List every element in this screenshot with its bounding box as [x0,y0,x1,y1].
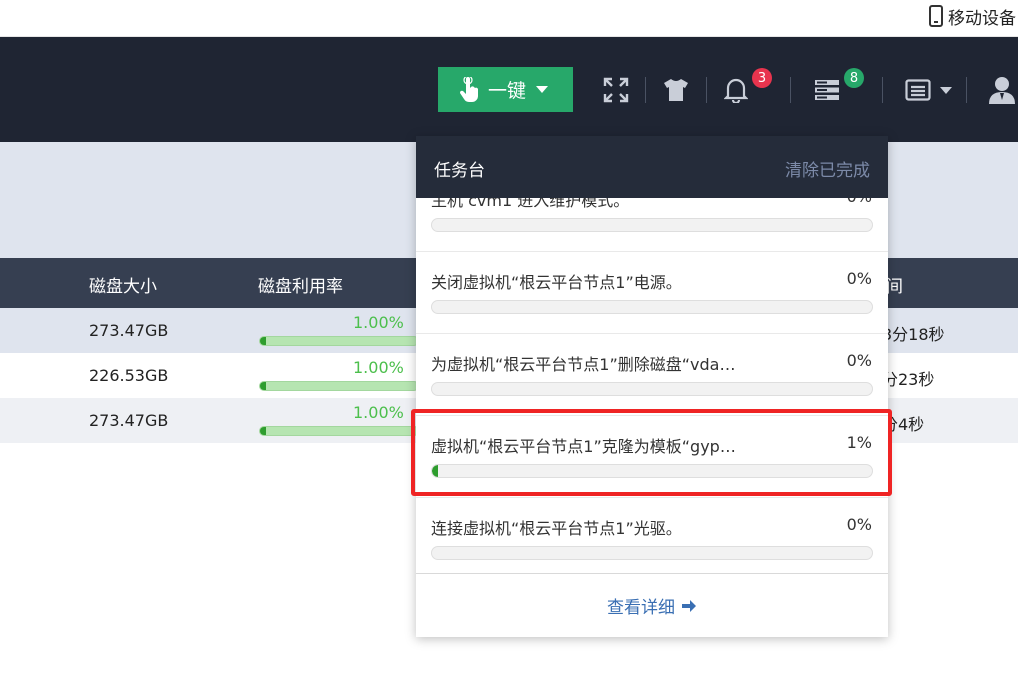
task-name: 主机 cvm1 进入维护模式。 [431,198,630,210]
task-name: 连接虚拟机“根云平台节点1”光驱。 [431,519,682,538]
view-menu-button[interactable] [900,75,956,105]
onekey-button[interactable]: 一键 [438,67,573,112]
header-divider [706,77,707,103]
task-progress-bar [431,464,873,478]
disk-usage-fill [260,337,266,345]
task-item[interactable]: 为虚拟机“根云平台节点1”删除磁盘“vda… 0% [416,334,888,416]
view-details-link[interactable]: 查看详细 [416,573,888,637]
bell-icon [724,78,748,103]
hand-pointer-icon [459,76,478,102]
fullscreen-button[interactable] [602,75,630,105]
disk-usage-bar [259,381,419,391]
app-header: 一键 3 8 [0,37,1018,142]
time-cell: 分4秒 [882,415,925,434]
server-tasks-badge: 8 [844,68,864,88]
task-progress-bar [431,382,873,396]
disk-usage-bar [259,426,419,436]
task-list[interactable]: 主机 cvm1 进入维护模式。 0% 关闭虚拟机“根云平台节点1”电源。 0% … [416,198,888,573]
task-percent: 0% [847,198,872,206]
user-menu-button[interactable] [986,75,1018,105]
task-panel-title: 任务台 [434,161,485,181]
list-view-icon [904,79,931,101]
fullscreen-icon [603,77,629,103]
task-percent: 0% [846,351,872,370]
theme-button[interactable] [662,75,690,105]
task-percent: 1% [846,433,872,452]
header-divider [882,77,883,103]
onekey-label: 一键 [488,80,527,102]
shirt-icon [664,79,688,101]
task-name: 虚拟机“根云平台节点1”克隆为模板“gyp… [431,437,736,456]
disk-usage-bar [259,336,419,346]
task-progress-bar [431,546,873,560]
task-progress-bar [431,218,873,232]
task-percent: 0% [846,515,872,534]
time-cell: 分23秒 [882,370,935,389]
chevron-down-icon [536,86,549,93]
user-icon [989,77,1015,104]
chevron-down-icon [939,86,952,94]
notifications-button[interactable] [722,75,750,105]
task-item[interactable]: 主机 cvm1 进入维护模式。 0% [416,198,888,252]
task-progress-bar [431,300,873,314]
time-cell: 3分18秒 [882,325,945,344]
task-percent: 0% [846,269,872,288]
task-item[interactable]: 虚拟机“根云平台节点1”克隆为模板“gyp… 1% [416,416,888,498]
task-name: 为虚拟机“根云平台节点1”删除磁盘“vda… [431,355,736,374]
mobile-phone-icon [929,5,943,27]
column-header-disk-usage[interactable]: 磁盘利用率 [258,272,343,297]
task-progress-fill [432,465,438,477]
top-strip: 移动设备 [0,0,1018,37]
disk-usage-fill [260,427,266,435]
column-header-time[interactable]: 间 [886,272,903,297]
task-item[interactable]: 连接虚拟机“根云平台节点1”光驱。 0% [416,498,888,573]
disk-size-cell: 226.53GB [89,366,169,385]
header-divider [966,77,967,103]
task-name: 关闭虚拟机“根云平台节点1”电源。 [431,273,682,292]
clear-completed-button[interactable]: 清除已完成 [785,156,870,181]
server-icon [815,80,839,100]
header-divider [645,77,646,103]
task-panel-header: 任务台 清除已完成 [416,136,888,198]
disk-usage-fill [260,382,266,390]
mobile-device-link[interactable]: 移动设备 [929,4,1016,29]
task-item[interactable]: 关闭虚拟机“根云平台节点1”电源。 0% [416,252,888,334]
disk-size-cell: 273.47GB [89,411,169,430]
column-header-disk-size[interactable]: 磁盘大小 [89,272,157,297]
disk-size-cell: 273.47GB [89,321,169,340]
header-divider [790,77,791,103]
task-panel: 任务台 清除已完成 主机 cvm1 进入维护模式。 0% 关闭虚拟机“根云平台节… [416,136,888,637]
disk-usage-label: 1.00% [353,313,404,332]
notification-badge: 3 [752,68,772,88]
arrow-right-icon [682,599,696,612]
server-tasks-button[interactable] [812,75,842,105]
disk-usage-label: 1.00% [353,358,404,377]
mobile-device-label: 移动设备 [948,8,1016,29]
disk-usage-label: 1.00% [353,403,404,422]
view-details-label: 查看详细 [607,598,675,618]
